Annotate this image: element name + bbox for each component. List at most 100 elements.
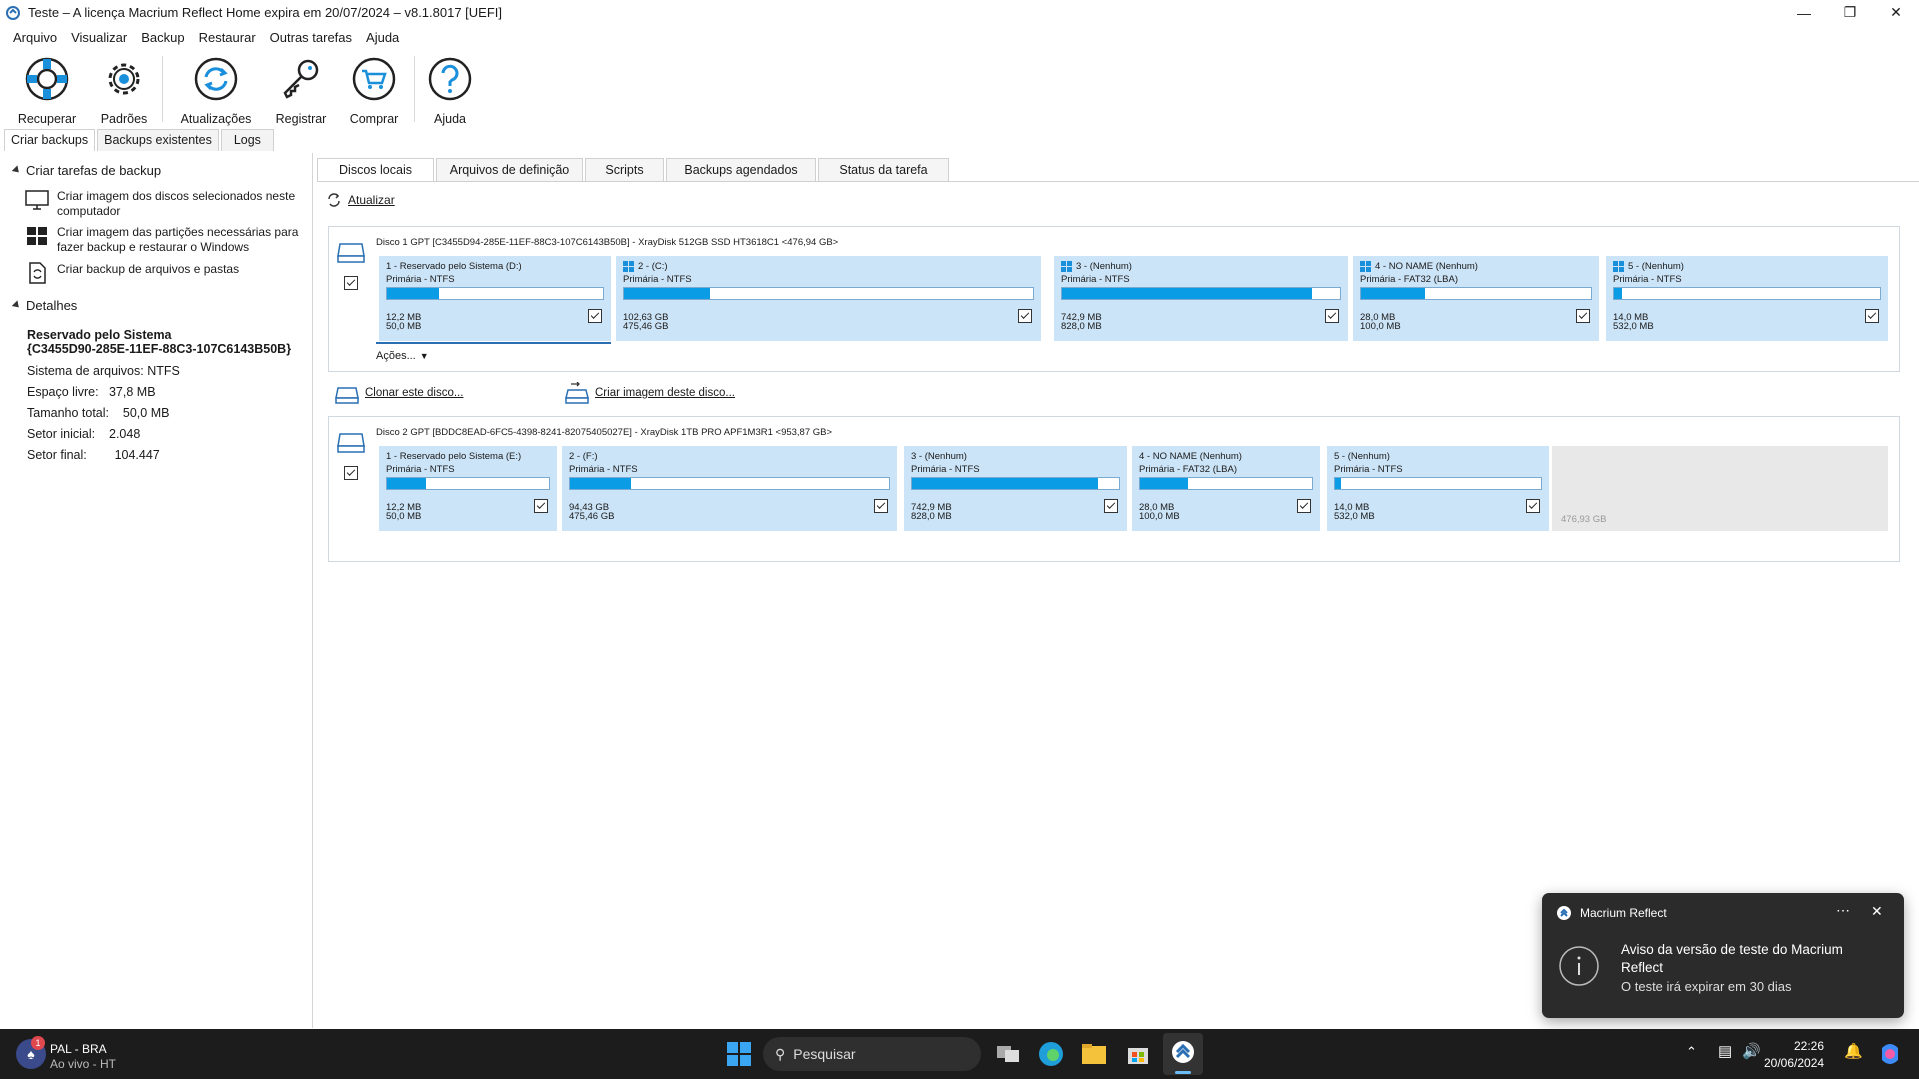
partition-2[interactable]: 2 - (F:) Primária - NTFS 94,43 GB 475,46 GB bbox=[562, 446, 897, 531]
partition-checkbox[interactable] bbox=[1526, 499, 1540, 513]
detail-free-space: Espaço livre: 37,8 MB bbox=[27, 385, 156, 399]
partition-checkbox[interactable] bbox=[1297, 499, 1311, 513]
toast-notification[interactable]: Macrium Reflect ⋯ ✕ Aviso da versão de t… bbox=[1542, 893, 1904, 1018]
partition-total: 50,0 MB bbox=[386, 321, 422, 332]
partition-4[interactable]: 4 - NO NAME (Nenhum) Primária - FAT32 (LB… bbox=[1132, 446, 1320, 531]
detail-partition-name: Reservado pelo Sistema bbox=[27, 328, 172, 342]
hard-drive-icon bbox=[337, 433, 365, 453]
partition-2[interactable]: 2 - (C:) Primária - NTFS 102,63 GB 475,46 G… bbox=[616, 256, 1041, 341]
tab-arquivos-de-definicao[interactable]: Arquivos de definição bbox=[436, 158, 583, 181]
partition-type: Primária - NTFS bbox=[1613, 274, 1682, 285]
partition-checkbox[interactable] bbox=[534, 499, 548, 513]
help-button[interactable]: Ajuda bbox=[411, 52, 489, 126]
actions-dropdown[interactable]: Ações... ▼ bbox=[376, 350, 429, 362]
disk1-select-checkbox[interactable] bbox=[344, 276, 358, 290]
partition-checkbox[interactable] bbox=[1104, 499, 1118, 513]
tab-criar-backups[interactable]: Criar backups bbox=[4, 129, 96, 151]
minimize-button[interactable]: — bbox=[1781, 0, 1827, 25]
partition-checkbox[interactable] bbox=[1325, 309, 1339, 323]
partition-total: 475,46 GB bbox=[623, 321, 669, 332]
task-image-selected-disks-label: Criar imagem dos discos selecionados nes… bbox=[57, 189, 296, 218]
maximize-button[interactable]: ❐ bbox=[1827, 0, 1873, 25]
partition-3[interactable]: 3 - (Nenhum) Primária - NTFS 742,9 MB 828,0… bbox=[1054, 256, 1348, 341]
tab-discos-locais[interactable]: Discos locais bbox=[317, 158, 434, 181]
refresh-link[interactable]: Atualizar bbox=[326, 192, 395, 208]
partition-1[interactable]: 1 - Reservado pelo Sistema (E:) Primária … bbox=[379, 446, 557, 531]
partition-name: 4 - NO NAME (Nenhum) bbox=[1360, 261, 1478, 272]
updates-button[interactable]: Atualizações bbox=[177, 52, 255, 126]
partition-checkbox[interactable] bbox=[1018, 309, 1032, 323]
start-button[interactable] bbox=[725, 1040, 753, 1068]
partition-checkbox[interactable] bbox=[1576, 309, 1590, 323]
volume-icon[interactable]: 🔊 bbox=[1742, 1042, 1761, 1060]
menu-restaurar[interactable]: Restaurar bbox=[186, 27, 256, 49]
tab-backups-agendados[interactable]: Backups agendados bbox=[666, 158, 816, 181]
usage-bar bbox=[1334, 477, 1542, 490]
toast-body: O teste irá expirar em 30 dias bbox=[1621, 979, 1792, 994]
menu-visualizar[interactable]: Visualizar bbox=[58, 27, 127, 49]
clock-date[interactable]: 20/06/2024 bbox=[1764, 1056, 1824, 1070]
recover-button[interactable]: Recuperar bbox=[8, 52, 86, 126]
unallocated-space[interactable]: 476,93 GB bbox=[1552, 446, 1888, 531]
partition-3[interactable]: 3 - (Nenhum) Primária - NTFS 742,9 MB 828,0… bbox=[904, 446, 1127, 531]
tab-logs[interactable]: Logs bbox=[220, 129, 274, 151]
toolbar: Recuperar Padrões Atualizações Registrar… bbox=[0, 52, 1919, 126]
task-backup-files-folders[interactable]: Criar backup de arquivos e pastas bbox=[25, 262, 305, 284]
clone-disk-link[interactable]: Clonar este disco... bbox=[335, 382, 463, 404]
chevron-up-icon[interactable]: ⌃ bbox=[1686, 1044, 1697, 1060]
key-icon bbox=[283, 59, 319, 99]
taskbar-search[interactable]: ⚲ Pesquisar bbox=[763, 1037, 981, 1071]
register-button[interactable]: Registrar bbox=[262, 52, 340, 126]
toast-close-icon[interactable]: ✕ bbox=[1871, 903, 1883, 920]
partition-name-text: 3 - (Nenhum) bbox=[911, 451, 967, 462]
partition-5[interactable]: 5 - (Nenhum) Primária - NTFS 14,0 MB 532,0 … bbox=[1327, 446, 1549, 531]
edge-browser-icon[interactable] bbox=[1037, 1040, 1065, 1068]
usage-bar-fill bbox=[1361, 288, 1426, 299]
disk2-select-checkbox[interactable] bbox=[344, 466, 358, 480]
menu-outras-tarefas[interactable]: Outras tarefas bbox=[257, 27, 352, 49]
close-window-button[interactable]: ✕ bbox=[1873, 0, 1919, 25]
partition-1[interactable]: 1 - Reservado pelo Sistema (D:) Primária … bbox=[379, 256, 611, 341]
news-title[interactable]: PAL - BRA bbox=[50, 1042, 107, 1056]
image-disk-link[interactable]: Criar imagem deste disco... bbox=[565, 382, 735, 404]
partition-type: Primária - NTFS bbox=[386, 274, 455, 285]
partition-checkbox[interactable] bbox=[1865, 309, 1879, 323]
windows-logo-icon bbox=[27, 227, 47, 245]
store-icon[interactable] bbox=[1124, 1040, 1152, 1068]
partition-name-text: 4 - NO NAME (Nenhum) bbox=[1139, 451, 1242, 462]
defaults-button[interactable]: Padrões bbox=[85, 52, 163, 126]
usage-bar-fill bbox=[912, 478, 1099, 489]
copilot-icon[interactable] bbox=[1876, 1040, 1904, 1068]
partition-5[interactable]: 5 - (Nenhum) Primária - NTFS 14,0 MB 532,0 … bbox=[1606, 256, 1888, 341]
clone-disk-icon bbox=[335, 387, 359, 404]
recover-label: Recuperar bbox=[17, 112, 77, 126]
menu-arquivo[interactable]: Arquivo bbox=[0, 27, 57, 49]
partition-checkbox[interactable] bbox=[874, 499, 888, 513]
menu-ajuda[interactable]: Ajuda bbox=[353, 27, 399, 49]
details-header[interactable]: Detalhes bbox=[11, 298, 78, 313]
task-image-selected-disks[interactable]: Criar imagem dos discos selecionados nes… bbox=[25, 189, 305, 219]
clock-time[interactable]: 22:26 bbox=[1774, 1039, 1824, 1053]
partition-checkbox[interactable] bbox=[588, 309, 602, 323]
notification-bell-icon[interactable]: 🔔 bbox=[1844, 1042, 1863, 1060]
tab-scripts[interactable]: Scripts bbox=[585, 158, 664, 181]
tab-status-da-tarefa[interactable]: Status da tarefa bbox=[818, 158, 949, 181]
task-image-windows-partitions[interactable]: Criar imagem das partições necessárias p… bbox=[25, 225, 305, 255]
macrium-taskbar-button[interactable] bbox=[1163, 1033, 1203, 1075]
details-header-label: Detalhes bbox=[26, 298, 78, 313]
notification-badge: 1 bbox=[31, 1036, 45, 1050]
buy-button[interactable]: Comprar bbox=[335, 52, 413, 126]
menu-backup[interactable]: Backup bbox=[128, 27, 184, 49]
partition-total: 828,0 MB bbox=[1061, 321, 1102, 332]
image-disk-icon bbox=[565, 382, 589, 404]
usage-bar-fill bbox=[1335, 478, 1342, 489]
usage-bar-fill bbox=[387, 478, 426, 489]
tasks-header[interactable]: Criar tarefas de backup bbox=[11, 163, 161, 178]
network-icon[interactable]: ▤ bbox=[1718, 1042, 1732, 1060]
task-view-icon[interactable] bbox=[994, 1040, 1022, 1068]
macrium-app-icon bbox=[6, 5, 20, 20]
partition-4[interactable]: 4 - NO NAME (Nenhum) Primária - FAT32 (LB… bbox=[1353, 256, 1599, 341]
tab-backups-existentes[interactable]: Backups existentes bbox=[97, 129, 219, 151]
file-explorer-icon[interactable] bbox=[1080, 1040, 1108, 1068]
more-options-icon[interactable]: ⋯ bbox=[1836, 902, 1850, 919]
